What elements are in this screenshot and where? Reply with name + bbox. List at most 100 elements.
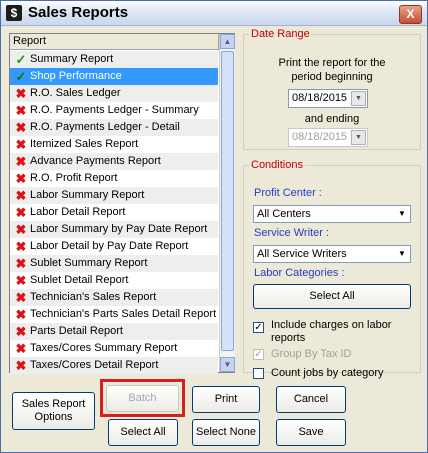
report-list-item[interactable]: ✖ R.O. Payments Ledger - Summary — [10, 102, 218, 119]
x-icon: ✖ — [15, 239, 27, 254]
sales-report-options-line-2: Options — [34, 411, 73, 423]
report-list-item[interactable]: ✖ Sublet Detail Report — [10, 272, 218, 289]
report-list-item[interactable]: ✖ Technician's Sales Report — [10, 289, 218, 306]
report-list-item[interactable]: ✖ Labor Detail Report — [10, 204, 218, 221]
scrollbar-thumb[interactable] — [221, 51, 234, 351]
sales-report-options-button[interactable]: Sales Report Options — [12, 392, 95, 430]
select-all-categories-button[interactable]: Select All — [253, 284, 411, 309]
report-list-item-label: Summary Report — [30, 53, 114, 65]
x-icon: ✖ — [15, 205, 27, 220]
x-icon: ✖ — [15, 86, 27, 101]
include-charges-line-2: reports — [271, 332, 306, 344]
report-list-item-label: Sublet Summary Report — [30, 257, 148, 269]
sales-report-options-line-1: Sales Report — [21, 398, 86, 410]
report-list-item[interactable]: ✖ Technician's Parts Sales Detail Report — [10, 306, 218, 323]
include-charges-line-1: Include charges on labor — [271, 319, 392, 331]
report-list-item-label: Sublet Detail Report — [30, 274, 129, 286]
report-list-item[interactable]: ✖ Itemized Sales Report — [10, 136, 218, 153]
report-list-item[interactable]: ✖ Labor Summary Report — [10, 187, 218, 204]
conditions-legend: Conditions — [251, 159, 303, 171]
report-list-item[interactable]: ✖ R.O. Payments Ledger - Detail — [10, 119, 218, 136]
report-list-item[interactable]: ✖ Advance Payments Report — [10, 153, 218, 170]
labor-categories-label: Labor Categories : — [254, 267, 345, 279]
and-ending-label: and ending — [304, 113, 360, 125]
scroll-up-icon[interactable]: ▲ — [220, 34, 235, 49]
check-icon: ✓ — [15, 52, 27, 67]
chevron-down-icon[interactable]: ▼ — [395, 207, 409, 221]
chevron-down-icon[interactable]: ▼ — [351, 91, 366, 106]
date-range-group: Date Range Print the report for the peri… — [243, 28, 421, 150]
x-icon: ✖ — [15, 171, 27, 186]
count-jobs-label: Count jobs by category — [271, 367, 384, 379]
include-charges-label: Include charges on labor reports — [271, 319, 391, 345]
report-list-item-label: Advance Payments Report — [30, 155, 161, 167]
report-list-item[interactable]: ✖ R.O. Profit Report — [10, 170, 218, 187]
report-list-item-label: Labor Summary Report — [30, 189, 145, 201]
profit-center-value: All Centers — [257, 208, 311, 220]
x-icon: ✖ — [15, 154, 27, 169]
x-icon: ✖ — [15, 137, 27, 152]
report-list-item-label: Labor Summary by Pay Date Report — [30, 223, 208, 235]
check-icon: ✓ — [15, 69, 27, 84]
cancel-button[interactable]: Cancel — [276, 386, 346, 413]
report-column-header-label: Report — [13, 35, 47, 47]
batch-button[interactable]: Batch — [106, 385, 179, 412]
report-list-item[interactable]: ✖ Taxes/Cores Summary Report — [10, 340, 218, 357]
report-list-item-label: R.O. Payments Ledger - Detail — [30, 121, 180, 133]
report-list-item-label: Taxes/Cores Detail Report — [30, 359, 159, 371]
service-writer-label: Service Writer : — [254, 227, 329, 239]
window-title: Sales Reports — [28, 4, 129, 21]
report-list-item-label: R.O. Sales Ledger — [30, 87, 121, 99]
report-list-item[interactable]: ✖ R.O. Sales Ledger — [10, 85, 218, 102]
report-list-item[interactable]: ✖ Labor Detail by Pay Date Report — [10, 238, 218, 255]
report-list-item-label: Technician's Sales Report — [30, 291, 157, 303]
report-list-item[interactable]: ✓ Summary Report — [10, 51, 218, 68]
x-icon: ✖ — [15, 256, 27, 271]
select-none-button[interactable]: Select None — [192, 419, 260, 446]
print-button[interactable]: Print — [192, 386, 260, 413]
x-icon: ✖ — [15, 324, 27, 339]
report-list-item[interactable]: ✖ Taxes/Cores Detail Report — [10, 357, 218, 374]
start-date-field[interactable]: 08/18/2015 ▼ — [288, 89, 368, 108]
x-icon: ✖ — [15, 341, 27, 356]
report-list-item-label: Labor Detail Report — [30, 206, 126, 218]
x-icon: ✖ — [15, 358, 27, 373]
date-range-legend: Date Range — [251, 28, 310, 40]
close-icon[interactable]: X — [399, 5, 422, 24]
chevron-down-icon[interactable]: ▼ — [395, 247, 409, 261]
report-list: ✓ Summary Report ✓ Shop Performance ✖ R.O. Sa… — [10, 51, 218, 374]
report-list-item[interactable]: ✖ Parts Detail Report — [10, 323, 218, 340]
sales-reports-window: $ Sales Reports X Report ✓ Summary Report… — [0, 0, 428, 453]
include-charges-checkbox[interactable]: ✓ — [253, 322, 264, 333]
report-list-item-label: Shop Performance — [30, 70, 122, 82]
report-list-item-label: R.O. Payments Ledger - Summary — [30, 104, 199, 116]
report-column-header[interactable]: Report — [10, 34, 219, 50]
count-jobs-checkbox[interactable] — [253, 368, 264, 379]
profit-center-select[interactable]: All Centers ▼ — [253, 205, 411, 223]
report-list-item-label: Parts Detail Report — [30, 325, 123, 337]
select-all-button[interactable]: Select All — [108, 419, 178, 446]
start-date-value: 08/18/2015 — [292, 92, 348, 104]
group-by-tax-label: Group By Tax ID — [271, 348, 352, 360]
save-button[interactable]: Save — [276, 419, 346, 446]
x-icon: ✖ — [15, 120, 27, 135]
scroll-down-icon[interactable]: ▼ — [220, 357, 235, 372]
x-icon: ✖ — [15, 290, 27, 305]
report-list-item-label: Labor Detail by Pay Date Report — [30, 240, 189, 252]
report-list-scrollbar[interactable]: ▲ ▼ — [219, 34, 235, 372]
title-bar[interactable]: $ Sales Reports X — [1, 1, 427, 26]
report-list-item-label: Taxes/Cores Summary Report — [30, 342, 178, 354]
service-writer-select[interactable]: All Service Writers ▼ — [253, 245, 411, 263]
service-writer-value: All Service Writers — [257, 248, 347, 260]
date-range-intro-1: Print the report for the — [278, 57, 386, 69]
report-list-item[interactable]: ✓ Shop Performance — [10, 68, 218, 85]
x-icon: ✖ — [15, 188, 27, 203]
group-by-tax-checkbox[interactable]: ✓ — [253, 349, 264, 360]
report-list-item[interactable]: ✖ Sublet Summary Report — [10, 255, 218, 272]
date-range-intro-2: period beginning — [291, 71, 373, 83]
chevron-down-icon[interactable]: ▼ — [351, 130, 366, 145]
x-icon: ✖ — [15, 103, 27, 118]
report-list-item[interactable]: ✖ Labor Summary by Pay Date Report — [10, 221, 218, 238]
end-date-field[interactable]: 08/18/2015 ▼ — [288, 128, 368, 147]
x-icon: ✖ — [15, 273, 27, 288]
